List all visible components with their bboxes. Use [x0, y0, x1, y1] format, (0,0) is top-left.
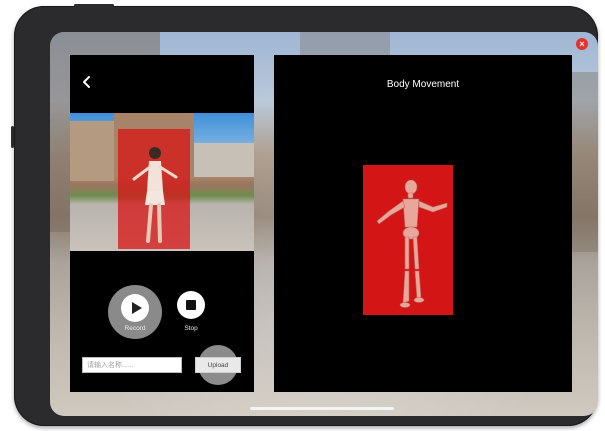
record-controls: Record Stop	[70, 285, 254, 345]
person-figure	[132, 147, 178, 243]
panel-title: Body Movement	[386, 79, 460, 90]
recording-panel: Record Stop Upload	[70, 55, 254, 392]
tablet-frame: × Record Stop 请输入名称...... Upload Body Mo…	[11, 4, 598, 426]
stop-button[interactable]	[177, 291, 205, 319]
chevron-left-icon[interactable]	[80, 75, 94, 89]
home-indicator[interactable]	[250, 407, 394, 410]
stop-icon	[186, 300, 196, 310]
camera-preview	[70, 113, 254, 251]
volume-button	[11, 126, 14, 148]
body-movement-panel: Body Movement	[274, 55, 572, 392]
play-icon	[132, 302, 142, 314]
model-viewport	[363, 165, 453, 315]
close-button[interactable]: ×	[576, 38, 588, 50]
upload-touch-highlight: Upload	[195, 345, 241, 385]
preview-building	[70, 121, 114, 181]
stop-label: Stop	[184, 325, 198, 332]
mannequin-icon	[376, 179, 448, 308]
power-button	[74, 4, 114, 7]
record-button[interactable]: Record	[108, 285, 162, 339]
play-button-face	[121, 294, 149, 322]
app-screen: × Record Stop 请输入名称...... Upload Body Mo…	[50, 32, 598, 416]
upload-button[interactable]: Upload	[195, 357, 241, 373]
preview-building	[194, 143, 254, 177]
name-input[interactable]	[82, 357, 182, 373]
record-label: Record	[124, 325, 146, 332]
